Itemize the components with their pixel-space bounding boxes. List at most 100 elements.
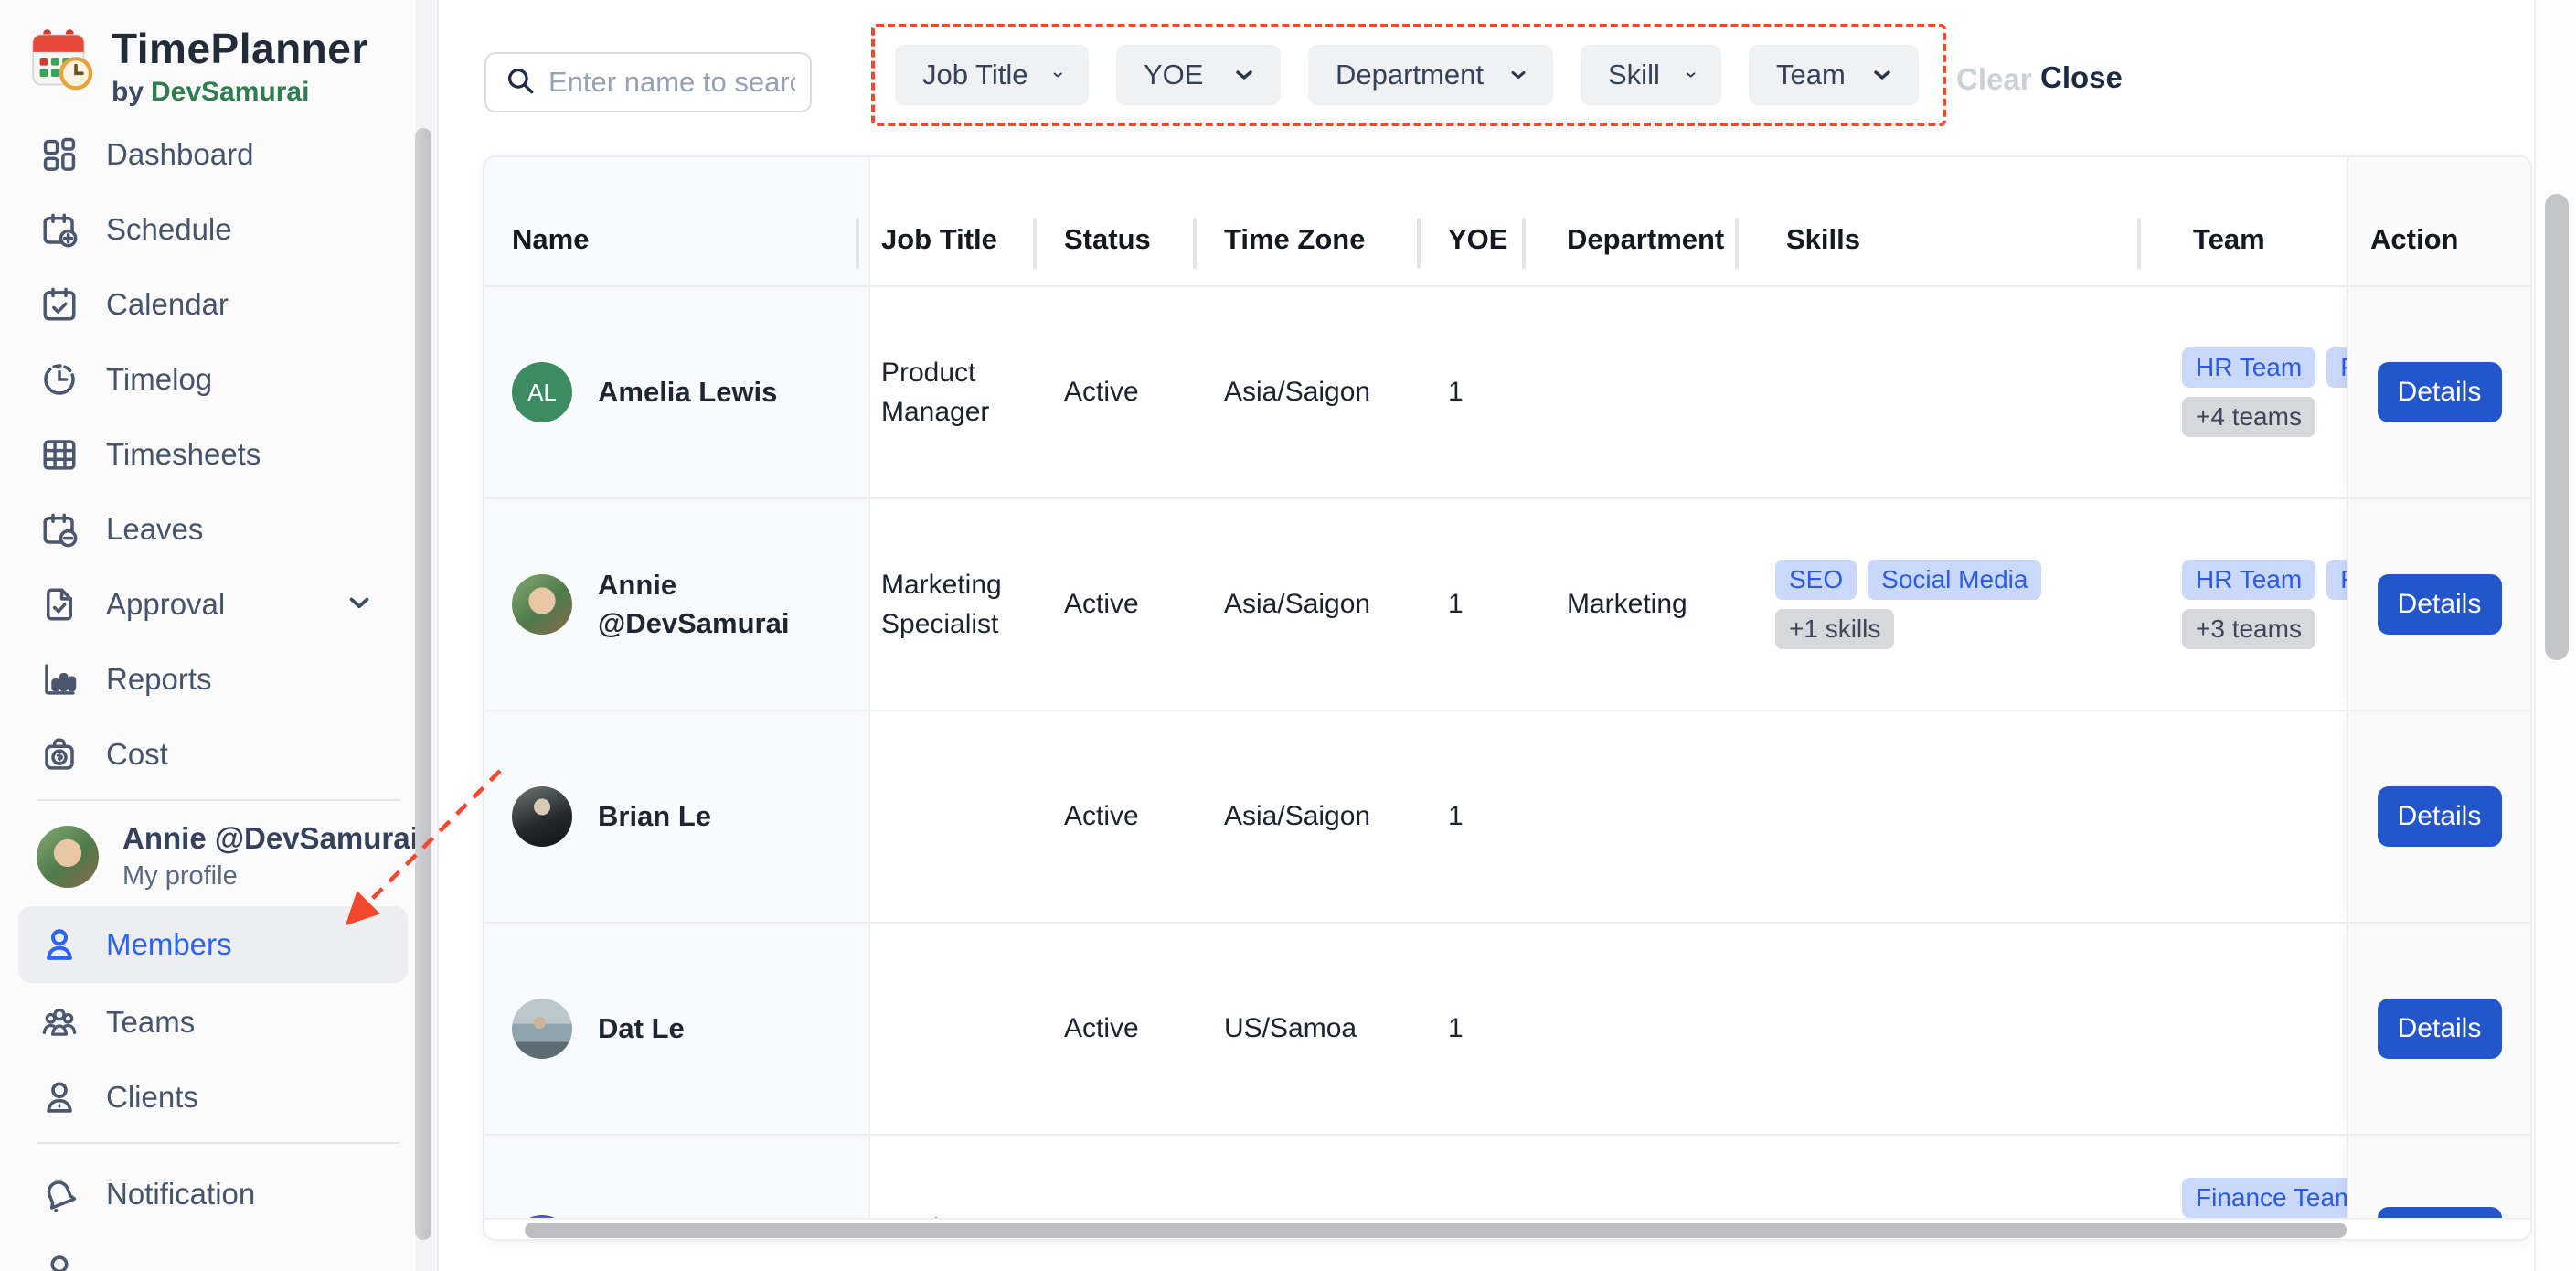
chevron-down-icon[interactable] bbox=[344, 587, 375, 623]
member-name: Annie @DevSamurai bbox=[598, 569, 790, 639]
table-row: Product Manager Finance Team Details bbox=[484, 1134, 2530, 1222]
status-cell: Active bbox=[1064, 801, 1139, 832]
skills-cell bbox=[1775, 711, 2182, 922]
avatar: AL bbox=[512, 362, 572, 422]
time-zone-cell: Asia/Saigon bbox=[1224, 377, 1371, 408]
bar-chart-icon bbox=[45, 664, 77, 695]
sidebar-item-schedule[interactable]: Schedule bbox=[0, 192, 437, 267]
member-name-cell bbox=[484, 1136, 870, 1222]
sidebar-item-label: Leaves bbox=[106, 512, 204, 546]
skill-chip: SEO bbox=[1775, 560, 1857, 600]
skills-cell bbox=[1775, 924, 2182, 1134]
column-header-status[interactable]: Status bbox=[1053, 157, 1213, 285]
job-title-cell: Product Manager bbox=[870, 1136, 1053, 1222]
search-input[interactable] bbox=[548, 66, 795, 99]
status-cell: Active bbox=[1064, 589, 1139, 620]
time-zone-cell: US/Samoa bbox=[1224, 1013, 1357, 1044]
horizontal-scrollbar-thumb[interactable] bbox=[525, 1223, 2347, 1238]
sidebar-item-dashboard[interactable]: Dashboard bbox=[0, 117, 437, 192]
sidebar-item-leaves[interactable]: Leaves bbox=[0, 492, 437, 567]
yoe-cell: 1 bbox=[1448, 801, 1464, 832]
sidebar-item-label: Cost bbox=[106, 737, 168, 771]
sidebar-item-calendar[interactable]: Calendar bbox=[0, 267, 437, 342]
header-separator bbox=[1735, 218, 1739, 269]
yoe-cell: 1 bbox=[1448, 589, 1464, 620]
skills-cell: SEO Social Media +1 skills bbox=[1775, 499, 2182, 710]
chevron-down-icon bbox=[1686, 72, 1696, 78]
sidebar-item-notification[interactable]: Notification bbox=[0, 1157, 437, 1232]
sidebar-item-label: Approval bbox=[106, 587, 226, 621]
sidebar-item-partial[interactable] bbox=[0, 1232, 437, 1271]
filter-team[interactable]: Team bbox=[1749, 45, 1919, 105]
sidebar-divider bbox=[37, 799, 400, 801]
sidebar-item-timelog[interactable]: Timelog bbox=[0, 342, 437, 417]
member-name: Amelia Lewis bbox=[598, 376, 778, 409]
header-separator bbox=[856, 218, 859, 269]
members-table-card: Name Job Title Status Time Zone YOE Depa… bbox=[483, 155, 2532, 1241]
sidebar-item-label: Reports bbox=[106, 662, 212, 696]
member-name-cell: AL Amelia Lewis bbox=[484, 287, 870, 497]
calendar-minus-icon bbox=[43, 513, 78, 548]
sidebar-item-label: Timelog bbox=[106, 362, 213, 396]
team-cell: HR Team Finance Team +3 teams bbox=[2182, 499, 2347, 710]
sidebar-item-label: Teams bbox=[106, 1005, 196, 1039]
details-button[interactable]: Details bbox=[2377, 362, 2502, 422]
sidebar-item-teams[interactable]: Teams bbox=[0, 985, 437, 1060]
details-button[interactable]: Details bbox=[2377, 999, 2502, 1059]
header-separator bbox=[1417, 218, 1421, 269]
column-header-name[interactable]: Name bbox=[484, 157, 870, 285]
member-name: Dat Le bbox=[598, 1012, 685, 1045]
column-header-yoe[interactable]: YOE bbox=[1437, 157, 1556, 285]
dashboard-icon bbox=[43, 137, 76, 171]
yoe-cell: 1 bbox=[1448, 377, 1464, 408]
header-separator bbox=[1033, 218, 1037, 269]
document-check-icon bbox=[47, 588, 72, 621]
details-button[interactable]: Details bbox=[2377, 786, 2502, 847]
sidebar-item-approval[interactable]: Approval bbox=[0, 567, 437, 642]
clear-filters-button[interactable]: Clear bbox=[1956, 62, 2032, 97]
filter-job-title[interactable]: Job Title bbox=[895, 45, 1089, 105]
team-chip: Finance Team bbox=[2182, 1178, 2347, 1218]
sidebar-item-label: Dashboard bbox=[106, 137, 254, 171]
sidebar-item-reports[interactable]: Reports bbox=[0, 642, 437, 717]
profile-block[interactable]: Annie @DevSamurai My profile bbox=[0, 806, 437, 904]
header-separator bbox=[1193, 218, 1197, 269]
bell-icon bbox=[47, 1180, 77, 1212]
sidebar-divider bbox=[37, 1142, 400, 1144]
profile-avatar bbox=[37, 825, 99, 888]
column-header-department[interactable]: Department bbox=[1556, 157, 1775, 285]
column-header-job-title[interactable]: Job Title bbox=[870, 157, 1053, 285]
filter-department[interactable]: Department bbox=[1308, 45, 1553, 105]
table-row: Brian Le Active Asia/Saigon 1 Details bbox=[484, 710, 2530, 922]
chevron-down-icon bbox=[1511, 70, 1526, 80]
sidebar-item-cost[interactable]: Cost bbox=[0, 717, 437, 792]
team-cell: Finance Team bbox=[2182, 1136, 2347, 1222]
sidebar-item-members[interactable]: Members bbox=[18, 906, 408, 983]
filter-yoe[interactable]: YOE bbox=[1116, 45, 1281, 105]
department-cell bbox=[1556, 287, 1775, 497]
table-grid-icon bbox=[43, 440, 76, 470]
person-icon bbox=[50, 1255, 69, 1271]
money-bag-icon bbox=[45, 738, 74, 770]
job-title-cell: Marketing Specialist bbox=[881, 569, 1002, 640]
filter-skill[interactable]: Skill bbox=[1581, 45, 1721, 105]
close-filters-button[interactable]: Close bbox=[2040, 60, 2123, 95]
search-field[interactable] bbox=[484, 52, 812, 112]
sidebar-item-timesheets[interactable]: Timesheets bbox=[0, 417, 437, 492]
column-header-team[interactable]: Team bbox=[2182, 157, 2347, 285]
calendar-clock-logo-icon bbox=[27, 24, 95, 96]
sidebar-item-label: Notification bbox=[106, 1177, 256, 1211]
avatar bbox=[512, 574, 572, 635]
status-cell: Active bbox=[1064, 1013, 1139, 1044]
calendar-check-icon bbox=[43, 287, 76, 321]
sidebar-scrollbar-thumb[interactable] bbox=[415, 128, 431, 1240]
action-cell: Details bbox=[2347, 287, 2530, 497]
column-header-time-zone[interactable]: Time Zone bbox=[1213, 157, 1437, 285]
app-title: TimePlanner bbox=[112, 25, 368, 72]
sidebar-item-clients[interactable]: Clients bbox=[0, 1060, 437, 1135]
avatar bbox=[512, 999, 572, 1059]
team-chip: HR Team bbox=[2182, 347, 2316, 388]
details-button[interactable]: Details bbox=[2377, 574, 2502, 635]
column-header-skills[interactable]: Skills bbox=[1775, 157, 2182, 285]
window-scrollbar-thumb[interactable] bbox=[2545, 194, 2569, 660]
